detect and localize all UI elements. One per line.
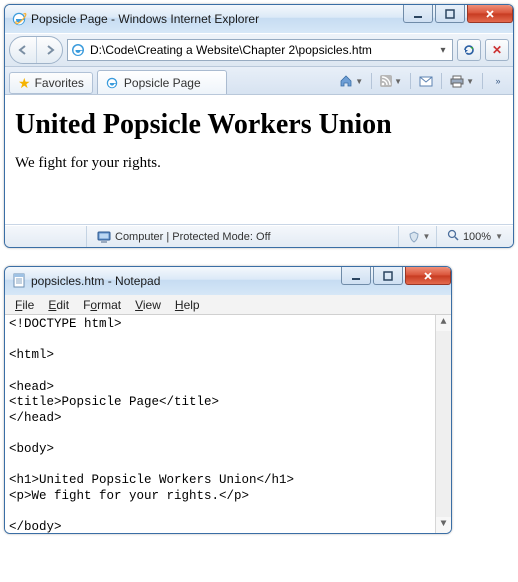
status-security-dropdown[interactable]: ▼ — [403, 226, 437, 247]
maximize-button[interactable] — [435, 5, 465, 23]
shield-icon — [408, 231, 420, 243]
favorites-button[interactable]: ★ Favorites — [9, 72, 93, 94]
status-zone-text: Computer | Protected Mode: Off — [115, 231, 271, 243]
chevron-down-icon: ▼ — [355, 77, 363, 86]
address-bar[interactable]: D:\Code\Creating a Website\Chapter 2\pop… — [67, 39, 453, 61]
nav-back-forward-group — [9, 36, 63, 64]
notepad-window: popsicles.htm - Notepad File Edit Format… — [4, 266, 452, 534]
menu-edit[interactable]: Edit — [42, 297, 75, 313]
menu-help[interactable]: Help — [169, 297, 206, 313]
page-icon — [70, 42, 86, 58]
tab-popsicle-page[interactable]: Popsicle Page — [97, 70, 227, 94]
forward-button[interactable] — [36, 37, 62, 63]
zoom-icon — [447, 229, 459, 244]
close-button[interactable] — [467, 5, 513, 23]
chevron-down-icon: ▼ — [495, 232, 503, 241]
page-paragraph: We fight for your rights. — [15, 155, 503, 172]
status-security-zone[interactable]: Computer | Protected Mode: Off — [91, 226, 399, 247]
notepad-content: <!DOCTYPE html> <html> <head> <title>Pop… — [9, 317, 294, 533]
minimize-button[interactable] — [341, 267, 371, 285]
notepad-menubar: File Edit Format View Help — [5, 295, 451, 315]
page-heading: United Popsicle Workers Union — [15, 109, 503, 141]
notepad-app-icon — [11, 273, 27, 289]
read-mail-button[interactable] — [415, 71, 437, 91]
scroll-down-icon[interactable]: ▼ — [436, 517, 451, 533]
separator — [482, 73, 483, 89]
minimize-button[interactable] — [403, 5, 433, 23]
notepad-window-controls — [339, 267, 451, 295]
close-button[interactable] — [405, 267, 451, 285]
ie-app-icon — [11, 11, 27, 27]
notepad-window-title: popsicles.htm - Notepad — [31, 274, 339, 288]
status-zoom[interactable]: 100% ▼ — [441, 229, 509, 244]
tab-icon — [104, 75, 120, 91]
ie-window: Popsicle Page - Windows Internet Explore… — [4, 4, 514, 248]
print-button[interactable]: ▼ — [446, 71, 478, 91]
stop-button[interactable]: ✕ — [485, 39, 509, 61]
chevron-right-icon: » — [495, 76, 500, 86]
ie-window-title: Popsicle Page - Windows Internet Explore… — [31, 12, 401, 26]
chevron-down-icon: ▼ — [394, 77, 402, 86]
chevron-down-icon: ▼ — [422, 232, 430, 241]
ie-tab-bar: ★ Favorites Popsicle Page ▼ ▼ — [5, 67, 513, 95]
ie-status-bar: Computer | Protected Mode: Off ▼ 100% ▼ — [5, 225, 513, 247]
back-button[interactable] — [10, 37, 36, 63]
address-dropdown-icon[interactable]: ▾ — [436, 45, 450, 56]
ie-page-content: United Popsicle Workers Union We fight f… — [5, 95, 513, 225]
ie-toolbar: ▼ ▼ ▼ » — [335, 71, 509, 94]
computer-icon — [97, 230, 111, 244]
ie-titlebar[interactable]: Popsicle Page - Windows Internet Explore… — [5, 5, 513, 33]
separator — [410, 73, 411, 89]
separator — [441, 73, 442, 89]
favorites-label: Favorites — [35, 76, 84, 90]
notepad-text-area[interactable]: <!DOCTYPE html> <html> <head> <title>Pop… — [5, 315, 451, 533]
star-icon: ★ — [18, 75, 31, 92]
toolbar-more-button[interactable]: » — [487, 71, 509, 91]
tab-label: Popsicle Page — [124, 76, 201, 90]
maximize-button[interactable] — [373, 267, 403, 285]
scroll-up-icon[interactable]: ▲ — [436, 315, 451, 331]
menu-format[interactable]: Format — [77, 297, 127, 313]
feeds-button[interactable]: ▼ — [376, 71, 406, 91]
scrollbar[interactable]: ▲▼ — [435, 315, 451, 533]
address-text: D:\Code\Creating a Website\Chapter 2\pop… — [90, 43, 432, 57]
separator — [371, 73, 372, 89]
menu-file[interactable]: File — [9, 297, 40, 313]
ie-window-controls — [401, 5, 513, 33]
home-button[interactable]: ▼ — [335, 71, 367, 91]
ie-nav-bar: D:\Code\Creating a Website\Chapter 2\pop… — [5, 33, 513, 67]
refresh-button[interactable] — [457, 39, 481, 61]
zoom-value: 100% — [463, 231, 491, 243]
menu-view[interactable]: View — [129, 297, 167, 313]
notepad-titlebar[interactable]: popsicles.htm - Notepad — [5, 267, 451, 295]
chevron-down-icon: ▼ — [466, 77, 474, 86]
status-left-pane — [9, 226, 87, 247]
